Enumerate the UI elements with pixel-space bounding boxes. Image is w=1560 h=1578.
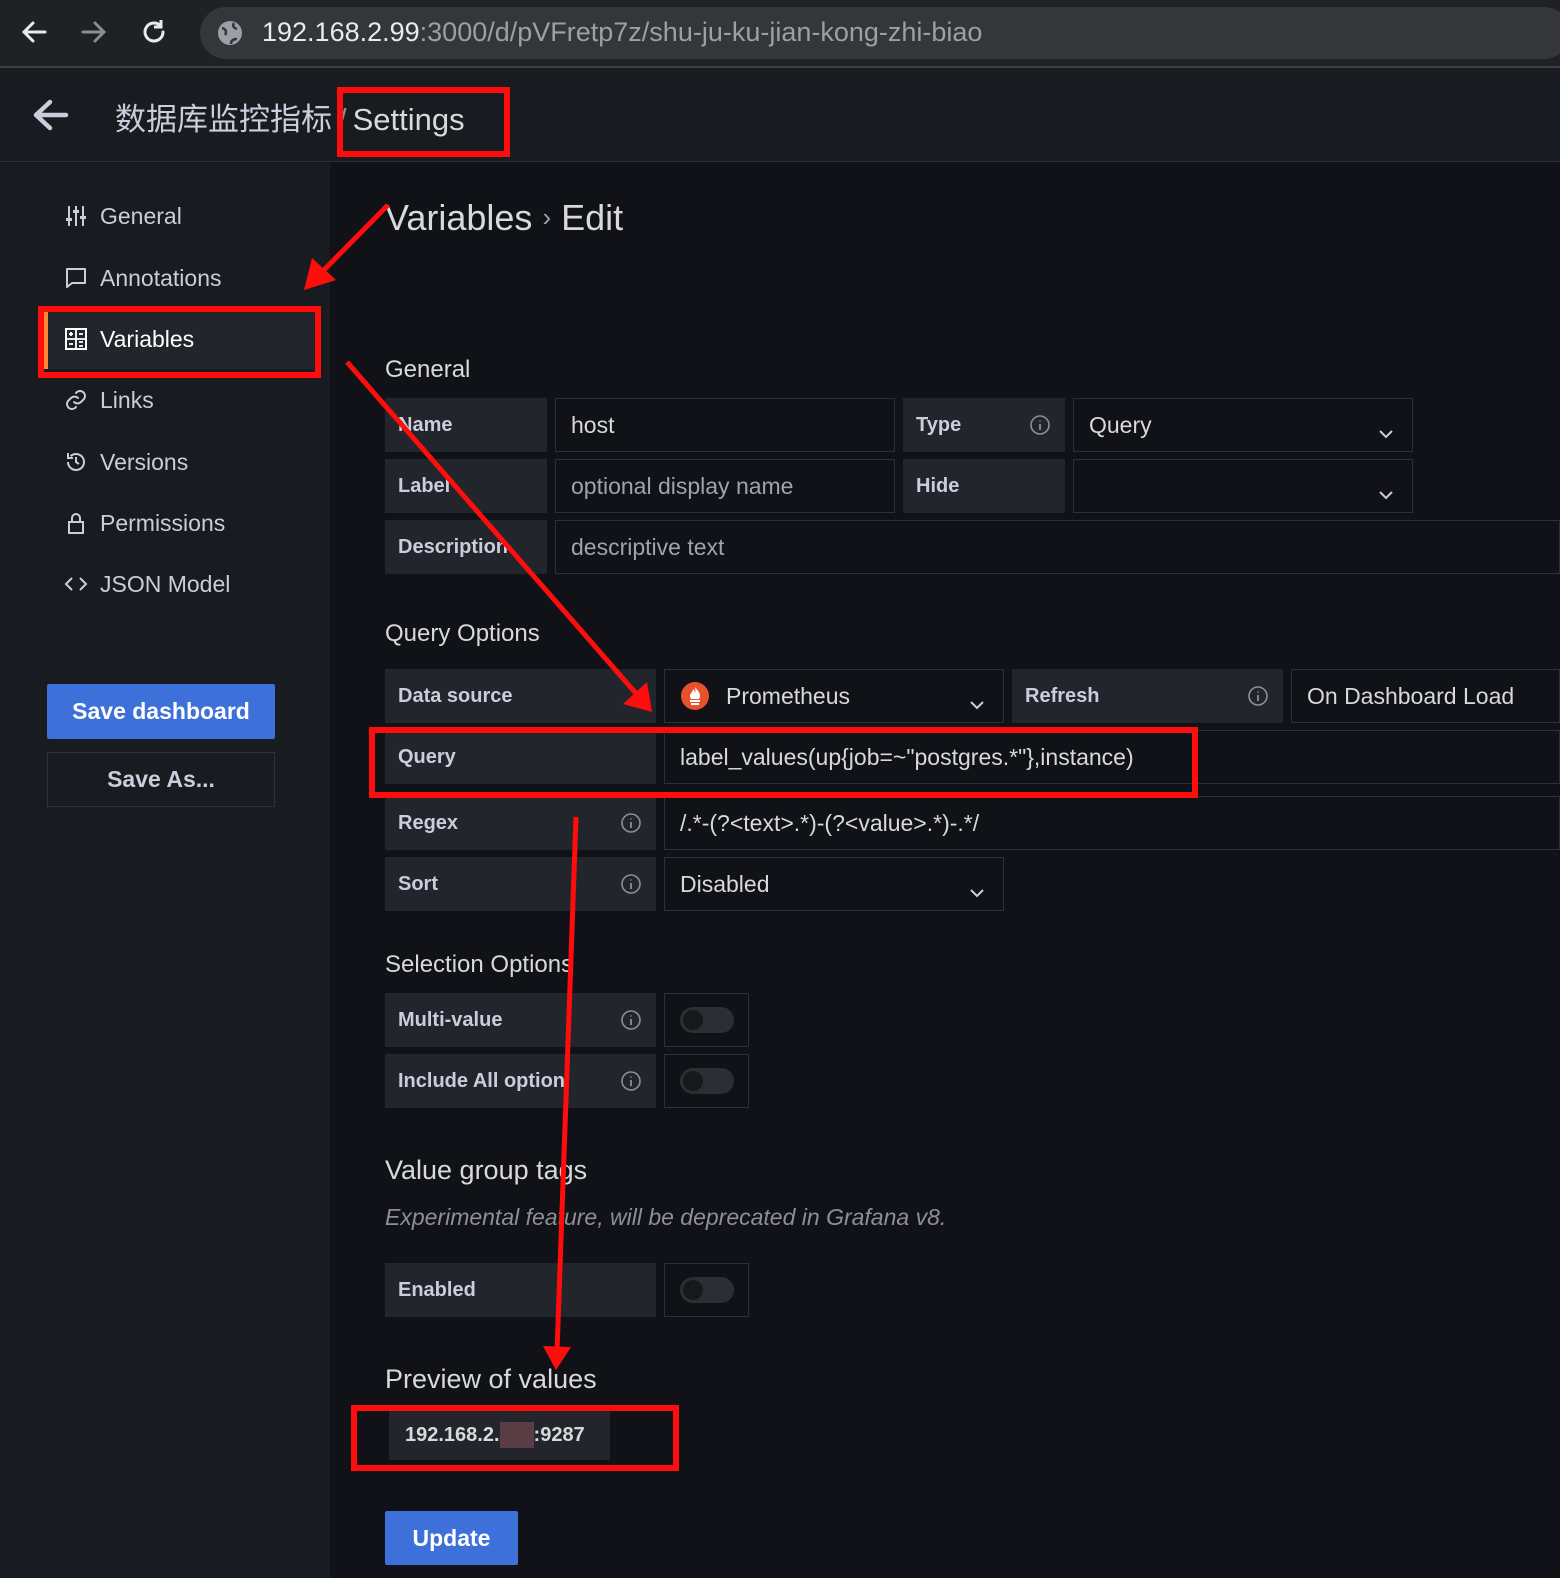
save-as-button[interactable]: Save As... — [47, 752, 275, 807]
back-arrow-icon[interactable] — [30, 96, 70, 139]
type-select-value: Query — [1089, 411, 1152, 438]
url-host: 192.168.2.99 — [262, 17, 420, 47]
sidebar-item-label: General — [100, 202, 182, 229]
heading-separator: › — [542, 202, 552, 232]
sidebar-item-label: Links — [100, 386, 154, 413]
url-text: 192.168.2.99:3000/d/pVFretp7z/shu-ju-ku-… — [262, 17, 982, 48]
sort-select[interactable]: Disabled — [664, 857, 1004, 911]
dashboard-title[interactable]: 数据库监控指标 — [115, 102, 332, 137]
include-all-toggle[interactable] — [680, 1068, 734, 1094]
multi-value-label: Multi-value — [385, 993, 656, 1047]
name-label: Name — [385, 398, 547, 452]
sidebar-item-general[interactable]: General — [48, 186, 318, 246]
sort-label-text: Sort — [398, 872, 438, 895]
heading-variables[interactable]: Variables — [385, 197, 532, 238]
browser-toolbar: 192.168.2.99:3000/d/pVFretp7z/shu-ju-ku-… — [0, 0, 1560, 68]
section-general-heading: General — [385, 356, 471, 383]
include-all-label: Include All option — [385, 1054, 656, 1108]
section-query-options-heading: Query Options — [385, 620, 540, 647]
hide-select[interactable] — [1073, 459, 1413, 513]
sliders-icon — [64, 204, 94, 228]
datasource-select[interactable]: Prometheus — [664, 669, 1004, 723]
info-icon[interactable] — [620, 812, 642, 840]
back-arrow-icon[interactable] — [14, 12, 54, 52]
include-all-label-text: Include All option — [398, 1069, 566, 1092]
refresh-label: Refresh — [1012, 669, 1283, 723]
multi-value-toggle[interactable] — [680, 1007, 734, 1033]
chevron-down-icon — [969, 690, 985, 717]
heading-edit: Edit — [561, 197, 624, 238]
sidebar-item-label: Permissions — [100, 509, 226, 536]
top-navbar: 数据库监控指标 / Settings — [0, 68, 1560, 162]
enabled-label: Enabled — [385, 1263, 656, 1317]
section-value-group-tags-heading: Value group tags — [385, 1155, 588, 1185]
info-icon[interactable] — [620, 873, 642, 901]
info-icon[interactable] — [620, 1009, 642, 1037]
link-icon — [64, 388, 94, 412]
reload-icon[interactable] — [134, 12, 174, 52]
sort-select-value: Disabled — [680, 870, 770, 897]
url-path: :3000/d/pVFretp7z/shu-ju-ku-jian-kong-zh… — [419, 17, 983, 47]
section-selection-options-heading: Selection Options — [385, 951, 574, 978]
sidebar-item-label: JSON Model — [100, 570, 231, 597]
sidebar-item-annotations[interactable]: Annotations — [48, 248, 318, 308]
lock-icon — [64, 511, 94, 535]
include-all-toggle-box — [664, 1054, 749, 1108]
save-dashboard-button[interactable]: Save dashboard — [47, 684, 275, 739]
annotation-box-query — [369, 727, 1198, 798]
annotation-box-variables — [38, 306, 321, 378]
section-preview-heading: Preview of values — [385, 1364, 597, 1394]
annotation-box-settings — [337, 87, 510, 157]
enabled-toggle-box — [664, 1263, 749, 1317]
refresh-label-text: Refresh — [1025, 684, 1100, 707]
page-heading: Variables › Edit — [385, 197, 623, 239]
sidebar-item-links[interactable]: Links — [48, 370, 318, 430]
globe-icon — [216, 19, 244, 52]
regex-label-text: Regex — [398, 811, 459, 834]
hide-label: Hide — [903, 459, 1065, 513]
regex-label: Regex — [385, 796, 656, 850]
sidebar-item-label: Annotations — [100, 264, 222, 291]
info-icon[interactable] — [1247, 685, 1269, 713]
chevron-down-icon — [1378, 480, 1394, 507]
description-label: Description — [385, 520, 547, 574]
regex-input[interactable]: /.*-(?<text>.*)-(?<value>.*)-.*/ — [664, 796, 1560, 850]
type-label: Type — [903, 398, 1065, 452]
experimental-note: Experimental feature, will be deprecated… — [385, 1204, 947, 1230]
datasource-value: Prometheus — [726, 682, 851, 709]
prometheus-icon — [680, 681, 710, 711]
enabled-toggle[interactable] — [680, 1277, 734, 1303]
sidebar-item-versions[interactable]: Versions — [48, 432, 318, 492]
type-label-text: Type — [916, 413, 962, 436]
chevron-down-icon — [1378, 419, 1394, 446]
comment-icon — [64, 266, 94, 290]
sidebar-item-json-model[interactable]: JSON Model — [48, 554, 318, 614]
history-icon — [64, 450, 94, 474]
description-input[interactable]: descriptive text — [555, 520, 1560, 574]
type-select[interactable]: Query — [1073, 398, 1413, 452]
annotation-box-preview — [351, 1405, 679, 1471]
multi-value-toggle-box — [664, 993, 749, 1047]
datasource-label: Data source — [385, 669, 656, 723]
sidebar-item-label: Versions — [100, 448, 189, 475]
update-button[interactable]: Update — [385, 1511, 518, 1565]
code-icon — [64, 572, 94, 596]
address-bar[interactable]: 192.168.2.99:3000/d/pVFretp7z/shu-ju-ku-… — [200, 7, 1560, 59]
multi-value-label-text: Multi-value — [398, 1008, 503, 1031]
label-input[interactable]: optional display name — [555, 459, 895, 513]
refresh-select[interactable]: On Dashboard Load — [1291, 669, 1560, 723]
info-icon[interactable] — [620, 1070, 642, 1098]
sidebar-item-permissions[interactable]: Permissions — [48, 493, 318, 553]
forward-arrow-icon[interactable] — [74, 12, 114, 52]
sort-label: Sort — [385, 857, 656, 911]
name-input[interactable]: host — [555, 398, 895, 452]
chevron-down-icon — [969, 878, 985, 905]
info-icon[interactable] — [1029, 414, 1051, 442]
label-label: Label — [385, 459, 547, 513]
